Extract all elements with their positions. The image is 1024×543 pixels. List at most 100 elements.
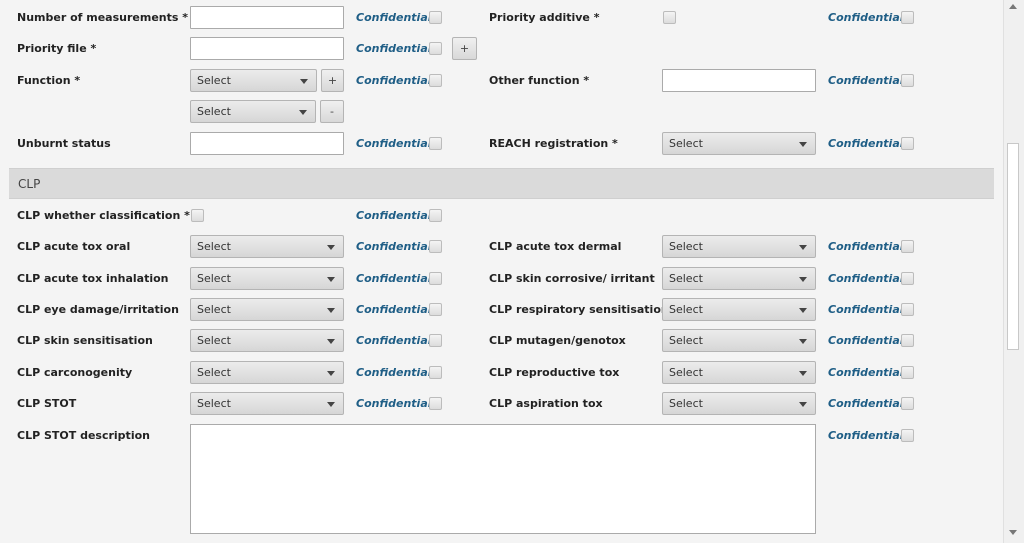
- label-clp-aspiration-tox: CLP aspiration tox: [489, 397, 603, 410]
- clp-whether-classification-checkbox[interactable]: [191, 209, 204, 222]
- label-other-function: Other function *: [489, 74, 590, 87]
- chevron-down-icon: [327, 339, 335, 344]
- label-clp-acute-tox-inhalation: CLP acute tox inhalation: [17, 272, 169, 285]
- select-value: Select: [197, 272, 231, 285]
- unburnt-status-confidential-checkbox[interactable]: [429, 137, 442, 150]
- priority-file-add-button[interactable]: +: [452, 37, 477, 60]
- label-priority-file: Priority file *: [17, 42, 97, 55]
- label-num-measurements: Number of measurements *: [17, 11, 189, 24]
- chevron-down-icon: [799, 245, 807, 250]
- confidential-label: Confidential: [828, 137, 904, 150]
- other-function-confidential-checkbox[interactable]: [901, 74, 914, 87]
- select-value: Select: [197, 105, 231, 118]
- clp-section-header[interactable]: CLP: [9, 168, 994, 199]
- select-value: Select: [197, 334, 231, 347]
- clp-skin-corrosive-confidential-checkbox[interactable]: [901, 272, 914, 285]
- scrollbar-thumb[interactable]: [1007, 143, 1019, 350]
- confidential-label: Confidential: [356, 137, 432, 150]
- clp-acute-tox-dermal-confidential-checkbox[interactable]: [901, 240, 914, 253]
- clp-stot-description-confidential-checkbox[interactable]: [901, 429, 914, 442]
- confidential-label: Confidential: [356, 303, 432, 316]
- clp-acute-tox-inhalation-confidential-checkbox[interactable]: [429, 272, 442, 285]
- priority-file-input[interactable]: [190, 37, 344, 60]
- reach-registration-confidential-checkbox[interactable]: [901, 137, 914, 150]
- select-value: Select: [669, 397, 703, 410]
- clp-mutagen-confidential-checkbox[interactable]: [901, 334, 914, 347]
- confidential-label: Confidential: [356, 240, 432, 253]
- clp-whether-classification-confidential-checkbox[interactable]: [429, 209, 442, 222]
- confidential-label: Confidential: [356, 334, 432, 347]
- clp-stot-description-textarea[interactable]: [190, 424, 816, 534]
- confidential-label: Confidential: [828, 272, 904, 285]
- clp-aspiration-tox-select[interactable]: Select: [662, 392, 816, 415]
- select-value: Select: [669, 303, 703, 316]
- label-clp-acute-tox-dermal: CLP acute tox dermal: [489, 240, 622, 253]
- select-value: Select: [669, 334, 703, 347]
- clp-eye-damage-select[interactable]: Select: [190, 298, 344, 321]
- clp-acute-tox-oral-select[interactable]: Select: [190, 235, 344, 258]
- clp-stot-select[interactable]: Select: [190, 392, 344, 415]
- clp-skin-corrosive-select[interactable]: Select: [662, 267, 816, 290]
- function-confidential-checkbox[interactable]: [429, 74, 442, 87]
- clp-acute-tox-oral-confidential-checkbox[interactable]: [429, 240, 442, 253]
- function-select-2[interactable]: Select: [190, 100, 316, 123]
- clp-acute-tox-inhalation-select[interactable]: Select: [190, 267, 344, 290]
- label-unburnt-status: Unburnt status: [17, 137, 111, 150]
- clp-acute-tox-dermal-select[interactable]: Select: [662, 235, 816, 258]
- label-clp-reproductive-tox: CLP reproductive tox: [489, 366, 620, 379]
- function-add-button[interactable]: +: [321, 69, 344, 92]
- clp-respiratory-sensitisation-select[interactable]: Select: [662, 298, 816, 321]
- reach-registration-select[interactable]: Select: [662, 132, 816, 155]
- chevron-down-icon: [327, 402, 335, 407]
- label-clp-skin-corrosive: CLP skin corrosive/ irritant: [489, 272, 655, 285]
- num-measurements-input[interactable]: [190, 6, 344, 29]
- other-function-input[interactable]: [662, 69, 816, 92]
- chevron-down-icon: [799, 277, 807, 282]
- clp-reproductive-tox-select[interactable]: Select: [662, 361, 816, 384]
- clp-stot-confidential-checkbox[interactable]: [429, 397, 442, 410]
- label-reach-registration: REACH registration *: [489, 137, 618, 150]
- clp-respiratory-sensitisation-confidential-checkbox[interactable]: [901, 303, 914, 316]
- select-value: Select: [197, 74, 231, 87]
- select-value: Select: [197, 240, 231, 253]
- chevron-down-icon: [799, 402, 807, 407]
- label-clp-acute-tox-oral: CLP acute tox oral: [17, 240, 131, 253]
- function-remove-button[interactable]: -: [320, 100, 344, 123]
- clp-carconogenity-confidential-checkbox[interactable]: [429, 366, 442, 379]
- chevron-down-icon: [799, 308, 807, 313]
- vertical-scrollbar[interactable]: [1003, 0, 1024, 543]
- num-measurements-confidential-checkbox[interactable]: [429, 11, 442, 24]
- clp-mutagen-select[interactable]: Select: [662, 329, 816, 352]
- clp-skin-sensitisation-select[interactable]: Select: [190, 329, 344, 352]
- confidential-label: Confidential: [356, 272, 432, 285]
- label-clp-skin-sensitisation: CLP skin sensitisation: [17, 334, 153, 347]
- clp-eye-damage-confidential-checkbox[interactable]: [429, 303, 442, 316]
- select-value: Select: [669, 366, 703, 379]
- chevron-down-icon: [327, 277, 335, 282]
- select-value: Select: [197, 366, 231, 379]
- section-title: CLP: [18, 177, 41, 191]
- confidential-label: Confidential: [356, 74, 432, 87]
- clp-aspiration-tox-confidential-checkbox[interactable]: [901, 397, 914, 410]
- priority-additive-checkbox[interactable]: [663, 11, 676, 24]
- label-clp-stot: CLP STOT: [17, 397, 77, 410]
- chevron-down-icon: [299, 110, 307, 115]
- scroll-up-icon[interactable]: [1009, 4, 1017, 9]
- confidential-label: Confidential: [356, 42, 432, 55]
- label-function: Function *: [17, 74, 81, 87]
- label-clp-carconogenity: CLP carconogenity: [17, 366, 133, 379]
- function-select[interactable]: Select: [190, 69, 317, 92]
- clp-reproductive-tox-confidential-checkbox[interactable]: [901, 366, 914, 379]
- confidential-label: Confidential: [828, 303, 904, 316]
- unburnt-status-input[interactable]: [190, 132, 344, 155]
- clp-carconogenity-select[interactable]: Select: [190, 361, 344, 384]
- clp-skin-sensitisation-confidential-checkbox[interactable]: [429, 334, 442, 347]
- chevron-down-icon: [327, 245, 335, 250]
- priority-additive-confidential-checkbox[interactable]: [901, 11, 914, 24]
- priority-file-confidential-checkbox[interactable]: [429, 42, 442, 55]
- scroll-down-icon[interactable]: [1009, 530, 1017, 535]
- label-clp-respiratory-sensitisation: CLP respiratory sensitisation: [489, 303, 669, 316]
- label-clp-whether-classification: CLP whether classification *: [17, 209, 190, 222]
- confidential-label: Confidential: [828, 74, 904, 87]
- select-value: Select: [669, 240, 703, 253]
